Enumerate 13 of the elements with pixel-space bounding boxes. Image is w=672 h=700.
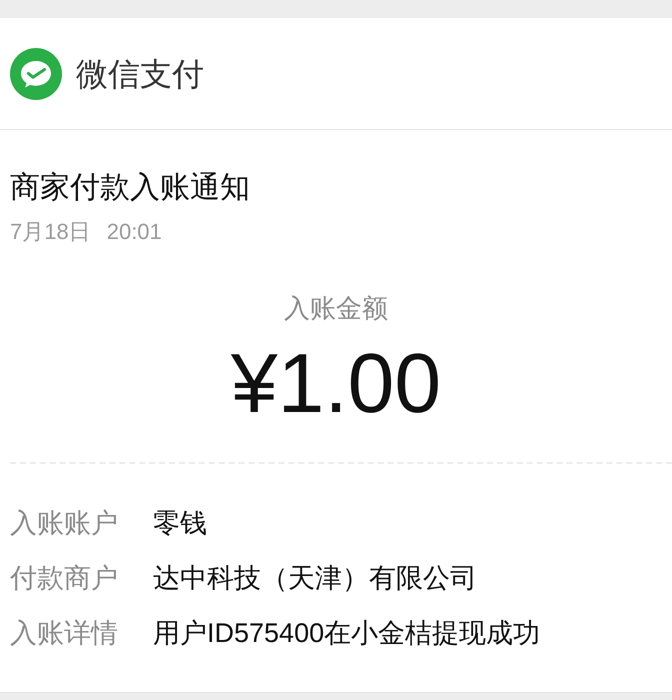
app-name: 微信支付: [76, 54, 204, 94]
notice-title: 商家付款入账通知: [10, 170, 250, 206]
detail-label: 入账详情: [10, 616, 119, 650]
amount-label: 入账金额: [284, 292, 388, 324]
detail-label: 付款商户: [10, 562, 119, 594]
amount-value: ¥1.00: [230, 341, 442, 425]
notice-time: 20:01: [106, 218, 162, 246]
app-logo-icon: [10, 48, 62, 100]
detail-label: 入账账户: [10, 506, 119, 540]
notice-date: 7月18日: [10, 218, 91, 246]
detail-value: 用户ID575400在小金桔提现成功: [153, 616, 540, 650]
detail-value: 达中科技（天津）有限公司: [153, 562, 477, 594]
detail-value: 零钱: [153, 506, 207, 540]
